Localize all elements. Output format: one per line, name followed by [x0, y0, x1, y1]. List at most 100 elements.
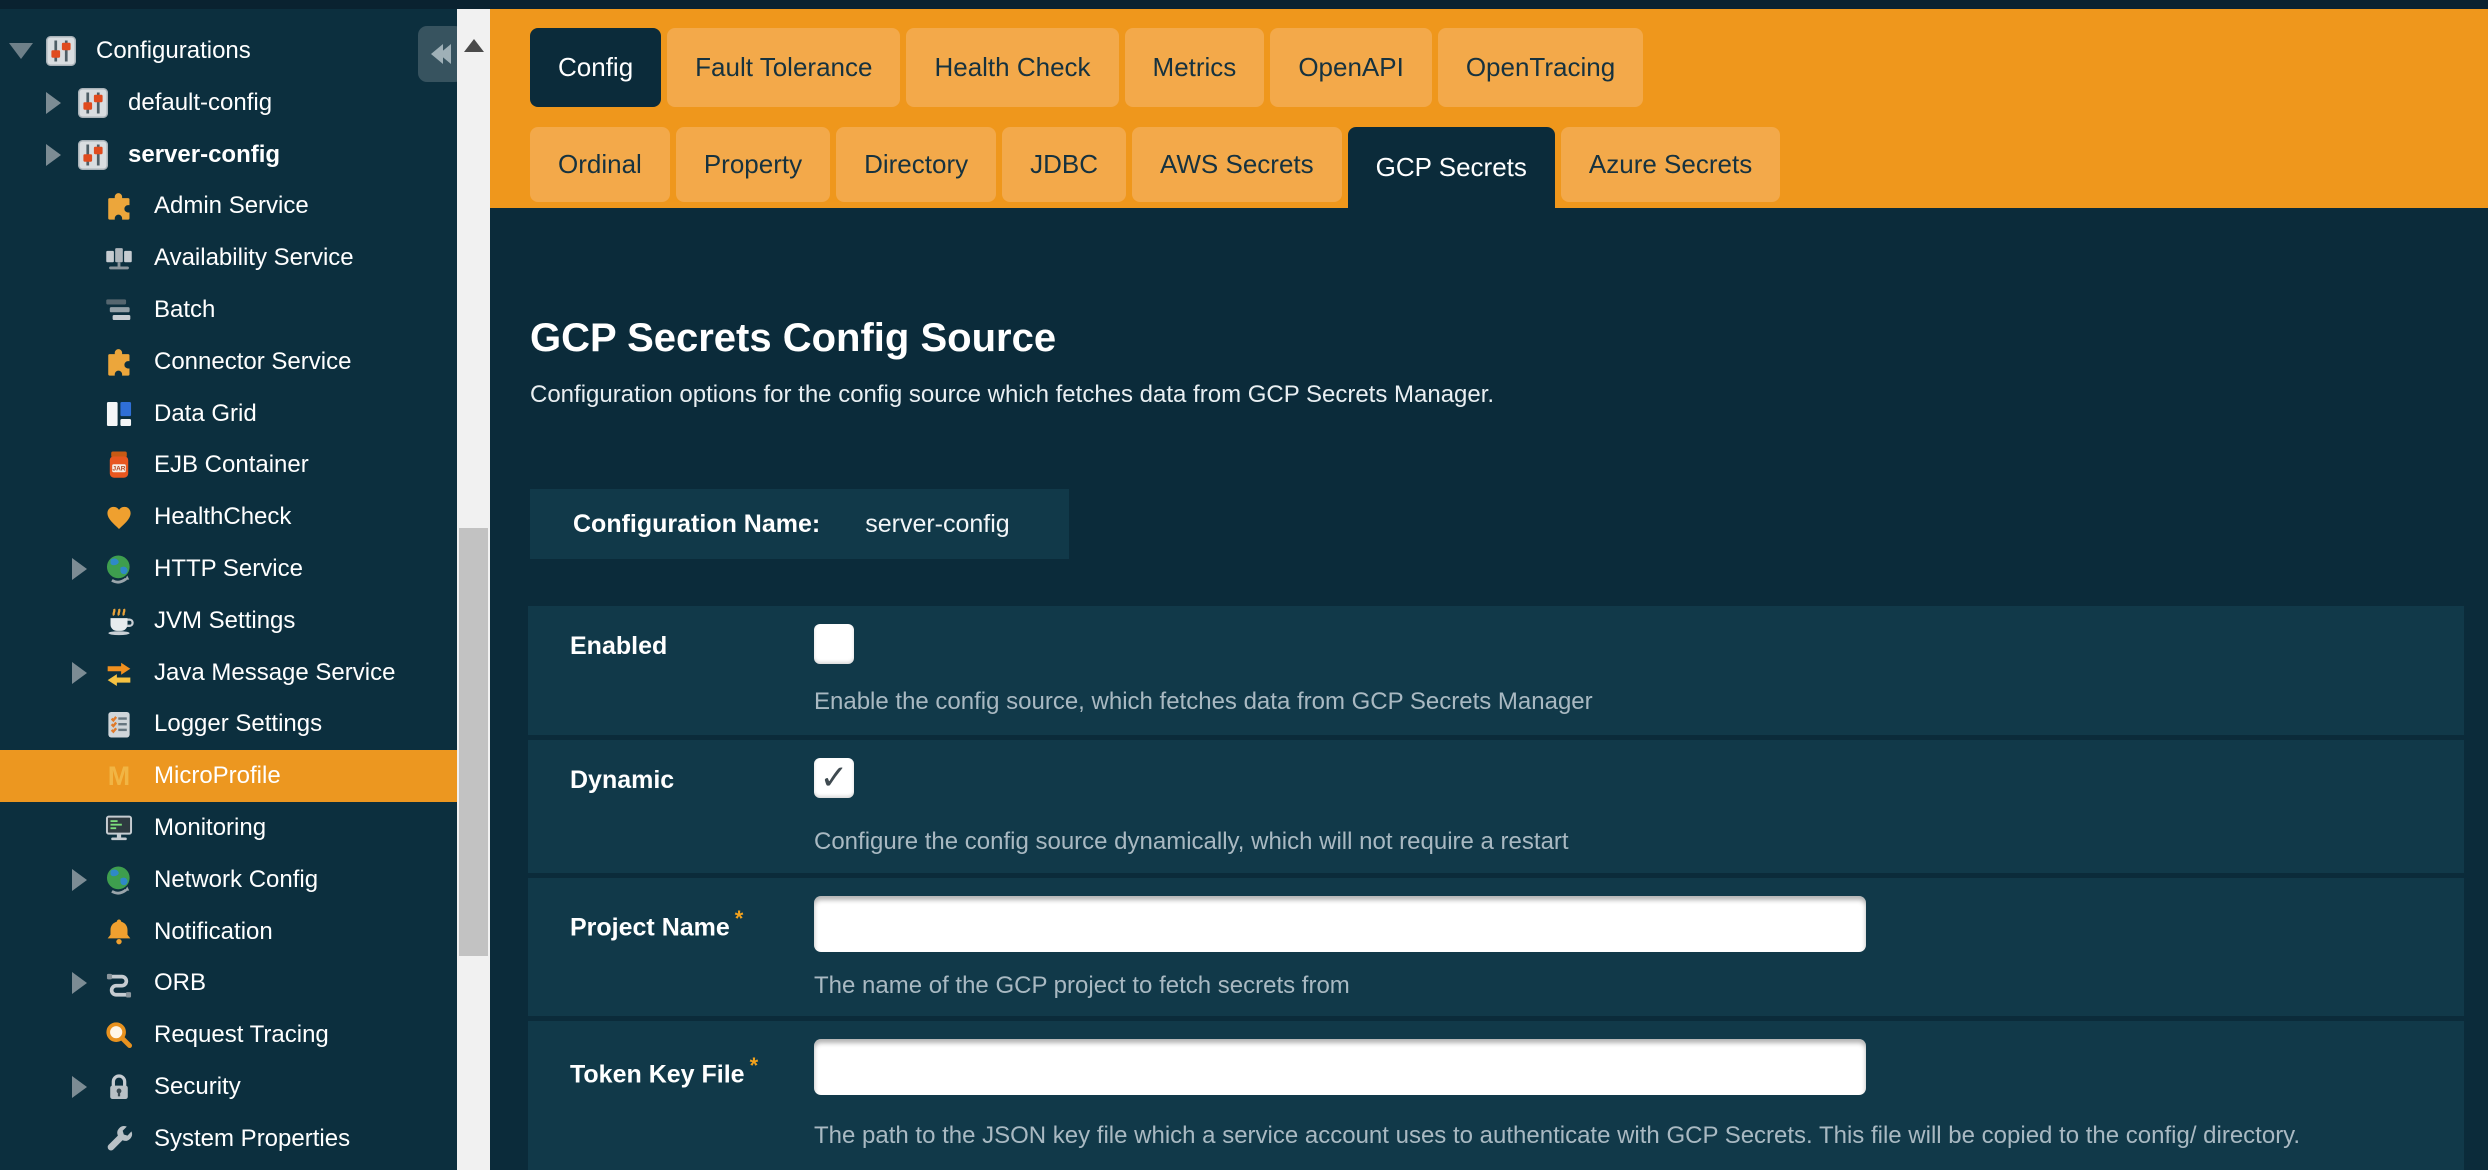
- expander-expand-icon[interactable]: [66, 558, 92, 580]
- tab-band: ConfigFault ToleranceHealth CheckMetrics…: [490, 9, 2488, 208]
- sidebar-scrollbar[interactable]: [457, 9, 490, 1170]
- tree-item-label: Monitoring: [154, 814, 266, 842]
- tree-item-monitoring[interactable]: Monitoring: [0, 802, 457, 854]
- arrows-icon: [100, 656, 138, 690]
- puzzle-icon: [100, 189, 138, 223]
- secondary-tab-ordinal[interactable]: Ordinal: [530, 127, 670, 202]
- wrench-icon: [100, 1122, 138, 1156]
- svg-text:JAR: JAR: [112, 466, 125, 473]
- secondary-tab-gcp-secrets[interactable]: GCP Secrets: [1348, 127, 1555, 208]
- tree-item-label: Batch: [154, 296, 215, 324]
- tree-item-orb[interactable]: ORB: [0, 957, 457, 1009]
- dynamic-checkbox[interactable]: ✓: [814, 758, 854, 798]
- primary-tab-metrics[interactable]: Metrics: [1125, 28, 1265, 107]
- magnifier-icon: [100, 1018, 138, 1052]
- configuration-name-value: server-config: [865, 510, 1010, 539]
- tree-item-label: Network Config: [154, 866, 318, 894]
- secondary-tab-row: OrdinalPropertyDirectoryJDBCAWS SecretsG…: [530, 127, 1780, 208]
- tree-item-java-message-service[interactable]: Java Message Service: [0, 647, 457, 699]
- token-key-file-input[interactable]: [814, 1039, 1866, 1095]
- form-row-dynamic: Dynamic✓Configure the config source dyna…: [528, 740, 2464, 873]
- cable-icon: [100, 966, 138, 1000]
- tree-item-label: Request Tracing: [154, 1021, 329, 1049]
- field-help-enabled: Enable the config source, which fetches …: [814, 688, 1593, 716]
- tree-item-jvm-settings[interactable]: JVM Settings: [0, 595, 457, 647]
- tree-item-label: Data Grid: [154, 400, 257, 428]
- secondary-tab-azure-secrets[interactable]: Azure Secrets: [1561, 127, 1780, 202]
- cluster-icon: [100, 241, 138, 275]
- configuration-name-box: Configuration Name: server-config: [530, 489, 1069, 559]
- tree-item-label: ORB: [154, 969, 206, 997]
- tree-item-label: Java Message Service: [154, 659, 395, 687]
- sidebar-collapse-button[interactable]: [418, 26, 457, 82]
- tree-item-notification[interactable]: Notification: [0, 906, 457, 958]
- main-content: ConfigFault ToleranceHealth CheckMetrics…: [490, 9, 2488, 1170]
- scrollbar-up-arrow-icon[interactable]: [464, 39, 484, 52]
- project-name-input[interactable]: [814, 896, 1866, 952]
- scrollbar-thumb[interactable]: [459, 528, 488, 956]
- puzzle-icon: [100, 345, 138, 379]
- tree-item-http-service[interactable]: HTTP Service: [0, 543, 457, 595]
- coffee-icon: [100, 604, 138, 638]
- batch-icon: [100, 293, 138, 327]
- tree-item-microprofile[interactable]: MMicroProfile: [0, 750, 457, 802]
- tree-item-availability-service[interactable]: Availability Service: [0, 232, 457, 284]
- tree-item-label: EJB Container: [154, 451, 309, 479]
- tree-item-default-config[interactable]: default-config: [0, 77, 457, 129]
- tree-item-label: default-config: [128, 89, 272, 117]
- tree-item-label: Connector Service: [154, 348, 351, 376]
- tree-item-ejb-container[interactable]: JAR EJB Container: [0, 439, 457, 491]
- required-asterisk: *: [750, 1053, 759, 1078]
- tree-item-label: Logger Settings: [154, 710, 322, 738]
- tree-item-logger-settings[interactable]: Logger Settings: [0, 698, 457, 750]
- expander-collapse-icon[interactable]: [8, 43, 34, 59]
- tree-item-label: HTTP Service: [154, 555, 303, 583]
- monitor-icon: [100, 811, 138, 845]
- primary-tab-openapi[interactable]: OpenAPI: [1270, 28, 1432, 107]
- tree-item-admin-service[interactable]: Admin Service: [0, 180, 457, 232]
- primary-tab-row: ConfigFault ToleranceHealth CheckMetrics…: [530, 28, 1643, 107]
- primary-tab-config[interactable]: Config: [530, 28, 661, 107]
- primary-tab-health-check[interactable]: Health Check: [906, 28, 1118, 107]
- expander-expand-icon[interactable]: [66, 972, 92, 994]
- data-grid-icon: [100, 397, 138, 431]
- secondary-tab-property[interactable]: Property: [676, 127, 830, 202]
- tree-item-network-config[interactable]: Network Config: [0, 854, 457, 906]
- tree-item-label: server-config: [128, 141, 280, 169]
- tree-item-server-config[interactable]: server-config: [0, 129, 457, 181]
- expander-expand-icon[interactable]: [66, 869, 92, 891]
- tree-item-label: Notification: [154, 918, 273, 946]
- tree-item-healthcheck[interactable]: HealthCheck: [0, 491, 457, 543]
- field-label-enabled: Enabled: [570, 632, 667, 661]
- secondary-tab-directory[interactable]: Directory: [836, 127, 996, 202]
- tree-item-configurations[interactable]: Configurations: [0, 25, 457, 77]
- tree-item-label: Security: [154, 1073, 241, 1101]
- admin-console-screen: Configurations default-config server-confi…: [0, 0, 2488, 1170]
- secondary-tab-jdbc[interactable]: JDBC: [1002, 127, 1126, 202]
- tree-item-request-tracing[interactable]: Request Tracing: [0, 1009, 457, 1061]
- config-sliders-icon: [42, 33, 80, 69]
- jar-icon: JAR: [100, 448, 138, 482]
- expander-expand-icon[interactable]: [40, 92, 66, 114]
- tree-item-label: Configurations: [96, 37, 251, 65]
- tree-item-data-grid[interactable]: Data Grid: [0, 388, 457, 440]
- primary-tab-opentracing[interactable]: OpenTracing: [1438, 28, 1643, 107]
- form-row-enabled: Enabled Enable the config source, which f…: [528, 606, 2464, 735]
- globe-icon: [100, 552, 138, 586]
- tree-item-security[interactable]: Security: [0, 1061, 457, 1113]
- tree-item-connector-service[interactable]: Connector Service: [0, 336, 457, 388]
- primary-tab-fault-tolerance[interactable]: Fault Tolerance: [667, 28, 900, 107]
- expander-expand-icon[interactable]: [66, 662, 92, 684]
- form-row-project-name: Project Name*The name of the GCP project…: [528, 878, 2464, 1016]
- field-help-project-name: The name of the GCP project to fetch sec…: [814, 972, 1350, 1000]
- tree-item-label: JVM Settings: [154, 607, 295, 635]
- tree-item-system-properties[interactable]: System Properties: [0, 1113, 457, 1165]
- tree-item-batch[interactable]: Batch: [0, 284, 457, 336]
- secondary-tab-aws-secrets[interactable]: AWS Secrets: [1132, 127, 1342, 202]
- globe-icon: [100, 863, 138, 897]
- expander-expand-icon[interactable]: [40, 144, 66, 166]
- expander-expand-icon[interactable]: [66, 1076, 92, 1098]
- tree-item-label: Admin Service: [154, 192, 309, 220]
- field-label-dynamic: Dynamic: [570, 766, 674, 795]
- enabled-checkbox[interactable]: [814, 624, 854, 664]
